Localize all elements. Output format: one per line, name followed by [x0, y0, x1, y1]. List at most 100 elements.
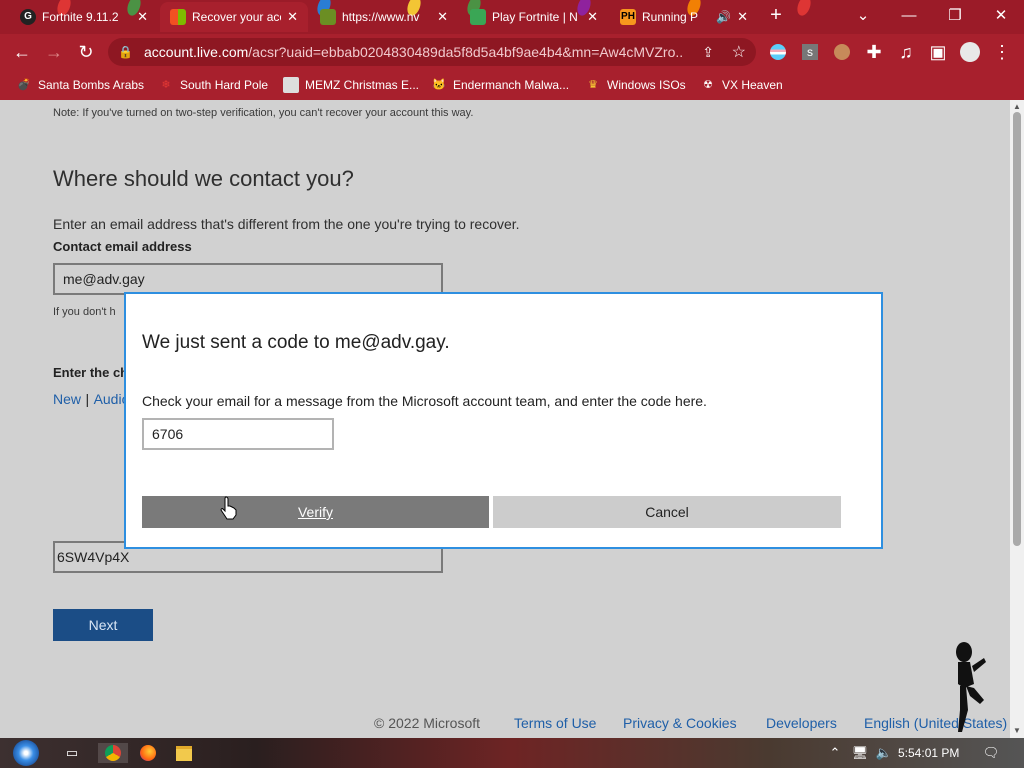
tab-label: Fortnite 9.11.2 [42, 10, 119, 24]
page-scrollbar[interactable]: ▲ ▼ [1010, 100, 1024, 738]
chrome-taskbar-icon[interactable] [98, 743, 128, 763]
bookmark-star-icon[interactable]: ☆ [732, 42, 746, 62]
new-tab-button[interactable]: + [756, 0, 796, 30]
privacy-cookies-link[interactable]: Privacy & Cookies [623, 715, 737, 731]
windows-orb-icon [13, 740, 39, 766]
site-favicon-icon [470, 9, 486, 25]
bookmark-label: Endermanch Malwa... [453, 78, 570, 92]
terms-of-use-link[interactable]: Terms of Use [514, 715, 596, 731]
action-center-icon[interactable]: 🗨 [980, 743, 1002, 763]
url-path: /acsr?uaid=ebbab0204830489da5f8d5a4bf9ae… [248, 44, 684, 60]
bookmark-windows-isos[interactable]: ♛ Windows ISOs [585, 76, 686, 94]
bookmark-label: Windows ISOs [607, 78, 686, 92]
network-icon[interactable]: 🖥 [850, 743, 870, 763]
two-step-note: Note: If you've turned on two-step verif… [53, 107, 474, 119]
windows-taskbar: ▭ ⌃ 🖥 🔈 5:54:01 PM 🗨 [0, 738, 1024, 768]
close-tab-icon[interactable]: ✕ [587, 9, 598, 25]
bookmark-vx-heaven[interactable]: ☢ VX Heaven [700, 76, 783, 94]
bookmark-memz-christmas[interactable]: MEMZ Christmas E... [283, 76, 419, 94]
close-tab-icon[interactable]: ✕ [137, 9, 148, 25]
close-tab-icon[interactable]: ✕ [737, 9, 748, 25]
reload-icon[interactable]: ↻ [74, 40, 98, 64]
url-host: account.live.com [144, 44, 249, 60]
tab-running[interactable]: PH Running P 🔊 ✕ [610, 2, 758, 32]
microsoft-favicon-icon [170, 9, 186, 25]
bookmark-label: MEMZ Christmas E... [305, 78, 420, 92]
address-bar[interactable]: 🔒 account.live.com/acsr?uaid=ebbab020483… [108, 38, 756, 66]
speaker-audio-icon[interactable]: 🔊 [716, 10, 731, 24]
bookmark-label: South Hard Pole [180, 78, 269, 92]
bookmark-south-hard-pole[interactable]: ❄ South Hard Pole [158, 76, 268, 94]
extension-s-icon[interactable]: s [798, 40, 822, 64]
dancing-silhouette-icon [956, 642, 986, 732]
extension-avatar-icon[interactable] [830, 40, 854, 64]
chrome-icon [105, 745, 121, 761]
file-explorer-taskbar-icon[interactable] [172, 743, 196, 763]
extension-flag-icon[interactable] [766, 40, 790, 64]
scroll-down-icon[interactable]: ▼ [1012, 726, 1022, 736]
captcha-separator: | [85, 391, 90, 407]
media-control-icon[interactable]: ♫ [894, 40, 918, 64]
ph-favicon-icon: PH [620, 9, 636, 25]
forward-arrow-icon[interactable]: → [42, 40, 66, 64]
start-button[interactable] [6, 738, 46, 768]
profile-avatar-icon[interactable] [958, 40, 982, 64]
tab-search-chevron-icon[interactable]: ⌄ [840, 0, 886, 30]
page-subtext: Enter an email address that's different … [53, 216, 520, 232]
volume-icon[interactable]: 🔈 [874, 743, 894, 763]
close-tab-icon[interactable]: ✕ [287, 9, 298, 25]
bookmarks-bar: 💣 Santa Bombs Arabs ❄ South Hard Pole ME… [0, 70, 1024, 100]
next-button[interactable]: Next [53, 609, 153, 641]
contact-email-label: Contact email address [53, 239, 192, 254]
firefox-icon [140, 745, 156, 761]
copyright-text: © 2022 Microsoft [374, 715, 481, 731]
google-favicon-icon: G [20, 9, 36, 25]
tab-label: Running P [642, 10, 699, 24]
captcha-new-link[interactable]: New [53, 391, 81, 407]
bookmark-santa-bombs-arabs[interactable]: 💣 Santa Bombs Arabs [16, 76, 144, 94]
close-window-button[interactable]: ✕ [978, 0, 1024, 30]
restore-button[interactable]: ❐ [932, 0, 978, 30]
cancel-button[interactable]: Cancel [493, 496, 841, 528]
developers-link[interactable]: Developers [766, 715, 837, 731]
system-clock[interactable]: 5:54:01 PM [898, 746, 959, 760]
tab-play-fortnite[interactable]: Play Fortnite | N ✕ [460, 2, 608, 32]
firefox-taskbar-icon[interactable] [136, 743, 160, 763]
tab-label: Play Fortnite | N [492, 10, 578, 24]
show-hidden-icons-chevron-icon[interactable]: ⌃ [826, 743, 844, 763]
scroll-up-icon[interactable]: ▲ [1012, 102, 1022, 112]
share-icon[interactable]: ⇪ [702, 44, 714, 61]
side-panel-icon[interactable]: ▣ [926, 40, 950, 64]
christmas-light-decoration [794, 0, 814, 18]
site-favicon-icon [320, 9, 336, 25]
snowflake-icon: ❄ [161, 79, 171, 91]
browser-menu-icon[interactable]: ⋮ [990, 40, 1014, 64]
folder-icon [176, 745, 192, 761]
verify-button[interactable]: Verify [142, 496, 489, 528]
page-heading: Where should we contact you? [53, 166, 354, 191]
page-footer: © 2022 Microsoft Terms of Use Privacy & … [0, 706, 1010, 738]
radiation-icon: ☢ [703, 79, 713, 91]
bookmark-endermanch-malware[interactable]: 🐱 Endermanch Malwa... [431, 76, 569, 94]
minimize-button[interactable]: — [886, 0, 932, 30]
tab-strip: G Fortnite 9.11.2 ✕ Recover your account… [0, 0, 1024, 34]
back-arrow-icon[interactable]: ← [10, 40, 34, 64]
trophy-icon: ♛ [588, 79, 598, 91]
lock-icon: 🔒 [118, 45, 133, 59]
scrollbar-thumb[interactable] [1013, 112, 1021, 546]
tab-fortnite-9-11-2[interactable]: G Fortnite 9.11.2 ✕ [10, 2, 158, 32]
bookmark-label: VX Heaven [722, 78, 783, 92]
tab-nv-url[interactable]: https://www.nv ✕ [310, 2, 458, 32]
cat-icon: 🐱 [432, 79, 446, 91]
contact-email-input[interactable]: me@adv.gay [53, 263, 443, 295]
verification-code-input[interactable]: 6706 [142, 418, 334, 450]
tab-recover-account[interactable]: Recover your account ✕ [160, 2, 308, 32]
bookmark-label: Santa Bombs Arabs [38, 78, 145, 92]
browser-toolbar: ← → ↻ 🔒 account.live.com/acsr?uaid=ebbab… [0, 34, 1024, 70]
task-view-icon[interactable]: ▭ [60, 743, 84, 763]
close-tab-icon[interactable]: ✕ [437, 9, 448, 25]
dialog-title: We just sent a code to me@adv.gay. [142, 332, 450, 353]
extensions-puzzle-icon[interactable]: ✚ [862, 40, 886, 64]
captcha-label: Enter the ch [53, 365, 129, 380]
hand-cursor-icon [220, 496, 237, 520]
